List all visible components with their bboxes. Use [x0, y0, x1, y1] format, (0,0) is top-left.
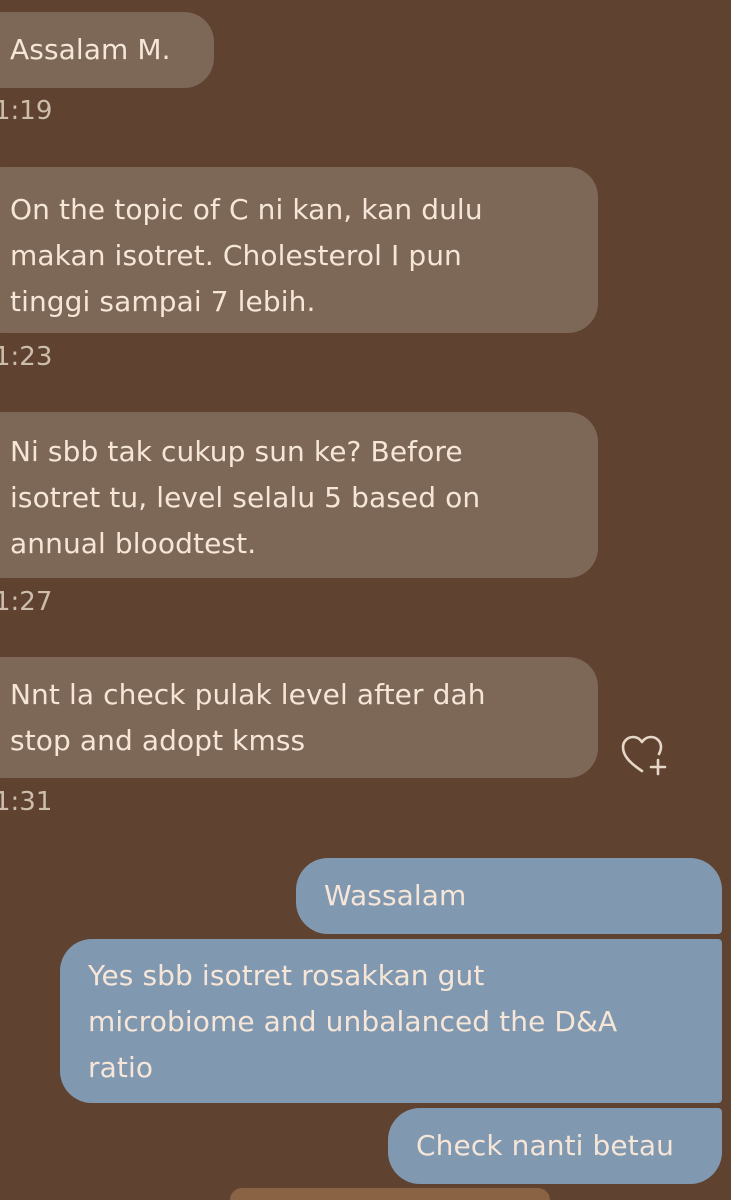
partial-message-edge: [230, 1188, 550, 1200]
message-timestamp: 1:27: [0, 587, 53, 617]
message-line: On the topic of C ni kan, kan dulu: [10, 193, 483, 226]
message-line: isotret tu, level selalu 5 based on: [10, 481, 481, 514]
message-timestamp: 1:23: [0, 342, 53, 372]
message-line: makan isotret. Cholesterol I pun: [10, 239, 462, 272]
message-timestamp: 1:19: [0, 96, 53, 126]
message-line: Ni sbb tak cukup sun ke? Before: [10, 435, 463, 468]
message-line: annual bloodtest.: [10, 527, 257, 560]
message-line: stop and adopt kmss: [10, 724, 306, 757]
outgoing-message[interactable]: Yes sbb isotret rosakkan gut microbiome …: [60, 939, 722, 1103]
message-text: Assalam M.: [10, 33, 171, 66]
message-timestamp: 1:31: [0, 787, 53, 817]
message-line: tinggi sampai 7 lebih.: [10, 285, 316, 318]
outgoing-message[interactable]: Wassalam: [296, 858, 722, 934]
message-line: Nnt la check pulak level after dah: [10, 678, 486, 711]
heart-plus-icon[interactable]: [620, 733, 668, 777]
message-line: Yes sbb isotret rosakkan gut: [88, 959, 485, 992]
incoming-message[interactable]: Nnt la check pulak level after dah stop …: [0, 657, 598, 778]
message-text: Wassalam: [324, 879, 467, 912]
message-line: ratio: [88, 1051, 154, 1084]
message-line: microbiome and unbalanced the D&A: [88, 1005, 618, 1038]
incoming-message[interactable]: Assalam M.: [0, 12, 214, 88]
incoming-message[interactable]: Ni sbb tak cukup sun ke? Before isotret …: [0, 412, 598, 578]
incoming-message[interactable]: On the topic of C ni kan, kan dulu makan…: [0, 167, 598, 333]
outgoing-message[interactable]: Check nanti betau: [388, 1108, 722, 1184]
message-text: Check nanti betau: [416, 1129, 674, 1162]
